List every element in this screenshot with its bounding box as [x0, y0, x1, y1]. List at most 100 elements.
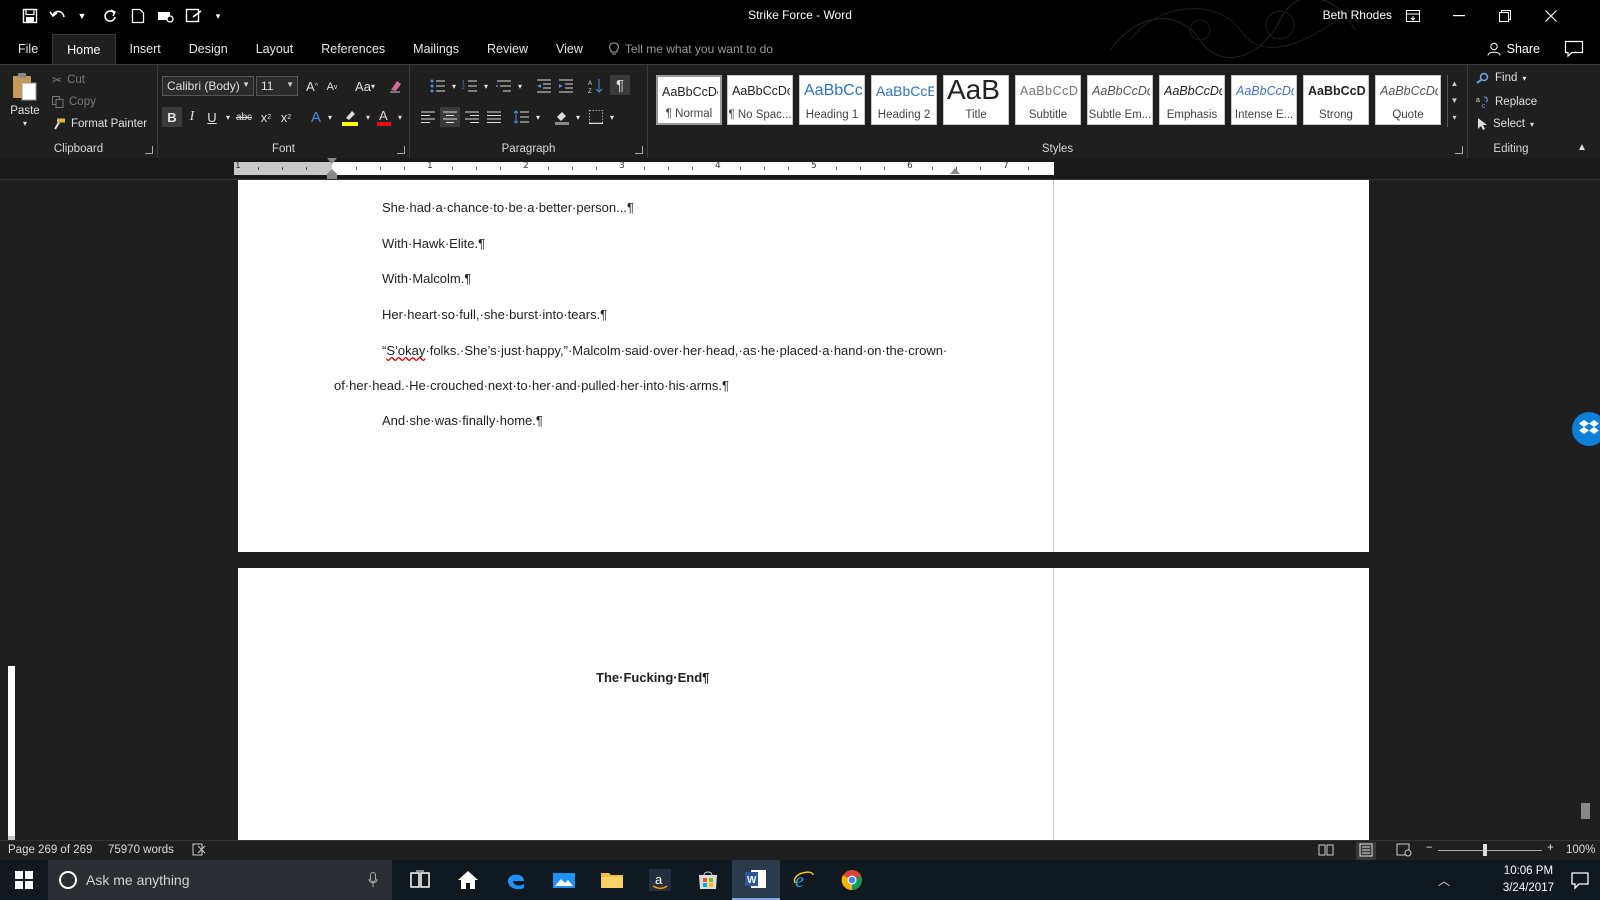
find-dropdown-icon[interactable]: ▾: [1522, 74, 1526, 83]
ribbon-display-options-icon[interactable]: [1390, 0, 1436, 32]
save-icon[interactable]: [18, 4, 42, 28]
cortana-search-box[interactable]: Ask me anything: [48, 860, 392, 900]
gallery-up-icon[interactable]: ▲: [1448, 75, 1461, 92]
clear-formatting-icon[interactable]: [386, 76, 406, 96]
copy-button[interactable]: Copy: [52, 96, 96, 108]
page-count[interactable]: Page 269 of 269: [8, 844, 92, 856]
tab-mailings[interactable]: Mailings: [399, 34, 473, 64]
strikethrough-icon[interactable]: abc: [234, 107, 254, 127]
style-title[interactable]: AaB Title: [943, 75, 1009, 125]
multilevel-dropdown-icon[interactable]: ▾: [510, 76, 530, 96]
start-button[interactable]: [0, 860, 48, 900]
action-center-icon[interactable]: [1570, 870, 1590, 890]
internet-explorer-icon[interactable]: e: [780, 860, 828, 900]
word-count[interactable]: 75970 words: [108, 844, 174, 856]
clipboard-launcher-icon[interactable]: [145, 146, 153, 154]
web-layout-icon[interactable]: [1396, 843, 1412, 860]
redo-icon[interactable]: [98, 4, 122, 28]
task-view-icon[interactable]: [396, 860, 444, 900]
increase-indent-icon[interactable]: [556, 76, 576, 96]
horizontal-ruler[interactable]: 1 1 2 3 4 5 6 7: [234, 158, 1054, 179]
vertical-ruler[interactable]: [8, 666, 15, 836]
shading-dropdown-icon[interactable]: ▾: [568, 107, 588, 127]
paste-dropdown-icon[interactable]: ▾: [23, 119, 27, 128]
comments-icon[interactable]: [1564, 40, 1584, 58]
style-strong[interactable]: AaBbCcDc Strong: [1303, 75, 1369, 125]
show-formatting-marks-icon[interactable]: ¶: [610, 75, 630, 95]
photos-icon[interactable]: [540, 860, 588, 900]
change-case-icon[interactable]: Aa ▾: [350, 76, 380, 96]
line-spacing-dropdown-icon[interactable]: ▾: [528, 107, 548, 127]
paragraph[interactable]: Her·heart·so·full,·she·burst·into·tears.…: [382, 307, 607, 322]
show-hidden-icons-icon[interactable]: ︿: [1438, 872, 1450, 889]
shrink-font-icon[interactable]: Av: [322, 77, 342, 97]
page-269-top[interactable]: She·had·a·chance·to·be·a·better·person..…: [238, 180, 1369, 552]
first-line-indent-marker-icon[interactable]: [327, 158, 337, 166]
store-icon[interactable]: [684, 860, 732, 900]
edge-icon[interactable]: [492, 860, 540, 900]
style-heading-2[interactable]: AaBbCcE Heading 2: [871, 75, 937, 125]
decrease-indent-icon[interactable]: [534, 76, 554, 96]
align-center-icon[interactable]: [440, 107, 460, 127]
subscript-icon[interactable]: x2: [256, 107, 276, 127]
user-name[interactable]: Beth Rhodes: [1323, 8, 1392, 22]
collapse-ribbon-icon[interactable]: ▲: [1572, 137, 1592, 157]
align-right-icon[interactable]: [462, 107, 482, 127]
gallery-more-icon[interactable]: ▾: [1448, 109, 1461, 126]
find-button[interactable]: Find ▾: [1476, 72, 1526, 84]
customize-qat-icon[interactable]: ▾: [206, 4, 230, 28]
restore-icon[interactable]: [1482, 0, 1528, 32]
select-dropdown-icon[interactable]: ▾: [1530, 120, 1534, 129]
style-subtitle[interactable]: AaBbCcD Subtitle: [1015, 75, 1081, 125]
tab-references[interactable]: References: [307, 34, 399, 64]
tab-home[interactable]: Home: [52, 34, 116, 64]
bold-icon[interactable]: B: [162, 107, 182, 127]
tab-file[interactable]: File: [0, 34, 52, 64]
tab-review[interactable]: Review: [473, 34, 542, 64]
misspelled-word[interactable]: S’okay: [386, 343, 425, 358]
new-document-icon[interactable]: [126, 4, 150, 28]
font-launcher-icon[interactable]: [397, 146, 405, 154]
zoom-in-icon[interactable]: +: [1547, 842, 1554, 854]
vertical-scrollbar[interactable]: [1570, 180, 1600, 840]
microphone-icon[interactable]: [368, 872, 378, 888]
zoom-slider-thumb[interactable]: [1483, 844, 1487, 856]
cut-button[interactable]: ✂ Cut: [52, 73, 85, 87]
paragraph[interactable]: With·Hawk·Elite.¶: [382, 236, 485, 251]
style-heading-1[interactable]: AaBbCc Heading 1: [799, 75, 865, 125]
close-icon[interactable]: [1528, 0, 1574, 32]
chrome-icon[interactable]: [828, 860, 876, 900]
amazon-icon[interactable]: a: [636, 860, 684, 900]
italic-icon[interactable]: I: [182, 107, 202, 127]
undo-icon[interactable]: [46, 4, 70, 28]
hanging-indent-marker-icon[interactable]: [327, 169, 337, 179]
page-269-bottom[interactable]: The·Fucking·End¶: [238, 568, 1369, 840]
superscript-icon[interactable]: x2: [276, 107, 296, 127]
zoom-slider[interactable]: [1438, 850, 1542, 851]
format-painter-button[interactable]: Format Painter: [52, 118, 147, 130]
tab-design[interactable]: Design: [175, 34, 242, 64]
zoom-level[interactable]: 100%: [1566, 844, 1595, 856]
justify-icon[interactable]: [484, 107, 504, 127]
gallery-down-icon[interactable]: ▼: [1448, 92, 1461, 109]
tab-view[interactable]: View: [542, 34, 597, 64]
home-icon[interactable]: [444, 860, 492, 900]
highlight-icon[interactable]: [340, 107, 360, 127]
clock[interactable]: 10:06 PM 3/24/2017: [1503, 863, 1554, 897]
document-canvas[interactable]: She·had·a·chance·to·be·a·better·person..…: [0, 180, 1570, 840]
right-indent-marker-icon[interactable]: [950, 168, 960, 176]
dropbox-badge-icon[interactable]: [1572, 412, 1600, 446]
tell-me-box[interactable]: Tell me what you want to do: [597, 34, 773, 64]
align-left-icon[interactable]: [418, 107, 438, 127]
text-effects-dropdown-icon[interactable]: ▾: [320, 107, 340, 127]
paragraph-continuation[interactable]: of·her·head.·He·crouched·next·to·her·and…: [334, 378, 729, 393]
font-name-combo[interactable]: Calibri (Body) ▼: [162, 76, 254, 96]
font-color-dropdown-icon[interactable]: ▾: [390, 107, 410, 127]
share-button[interactable]: Share: [1487, 42, 1540, 56]
style-no-spacing[interactable]: AaBbCcDc ¶ No Spac...: [727, 75, 793, 125]
paragraph[interactable]: And·she·was·finally·home.¶: [382, 413, 543, 428]
select-button[interactable]: Select ▾: [1476, 117, 1534, 131]
tab-layout[interactable]: Layout: [242, 34, 308, 64]
style-quote[interactable]: AaBbCcDc Quote: [1375, 75, 1441, 125]
file-explorer-icon[interactable]: [588, 860, 636, 900]
